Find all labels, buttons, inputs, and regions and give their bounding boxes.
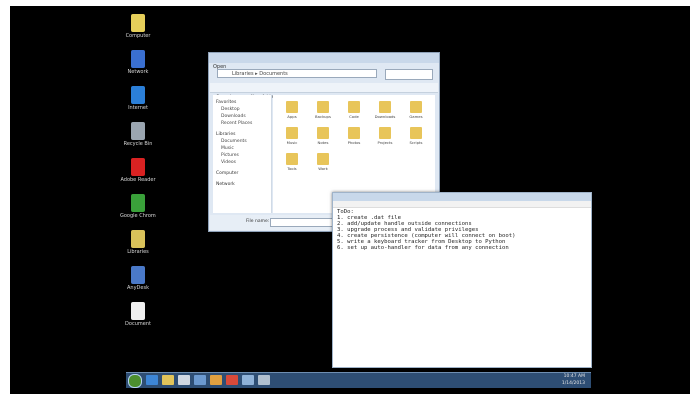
folder-icon	[286, 153, 298, 165]
folder-taskbar-icon[interactable]	[210, 375, 222, 385]
notepad-text-area[interactable]: ToDo: 1. create .dat file 2. add/update ha…	[333, 208, 591, 252]
folder-icon	[131, 14, 145, 32]
cmd-taskbar-icon[interactable]	[258, 375, 270, 385]
notepad-titlebar[interactable]	[333, 193, 591, 201]
dialog-toolbar: Organize ▾ New folder	[210, 83, 438, 100]
folder-icon	[317, 101, 329, 113]
address-bar[interactable]: Libraries ▸ Documents	[217, 69, 377, 78]
nav-item-documents[interactable]: Documents	[213, 138, 271, 145]
desktop-icon-label: Internet	[128, 105, 148, 111]
notepad-line: 6. set up auto-handler for data from any…	[337, 245, 509, 251]
folder-label: Projects	[377, 140, 393, 145]
folder-label: Photos	[347, 140, 361, 145]
folder-label: Tools	[287, 166, 297, 171]
folder-label: Music	[286, 140, 298, 145]
folder-icon	[317, 153, 329, 165]
folder-item[interactable]: Work	[310, 153, 336, 171]
folder-icon	[410, 101, 422, 113]
desktop-icon-label: Document	[125, 321, 151, 327]
filename-label: File name:	[246, 219, 270, 224]
nav-item-libraries[interactable]: Libraries	[213, 131, 271, 138]
folder-item[interactable]: Notes	[310, 127, 336, 145]
ie-taskbar-icon[interactable]	[146, 375, 158, 385]
desktop-icon-label: Recycle Bin	[123, 141, 153, 147]
desktop-icon-label: Google Chrome	[120, 213, 156, 219]
nav-item-recent-places[interactable]: Recent Places	[213, 120, 271, 127]
folder-item[interactable]: Downloads	[372, 101, 398, 119]
folder-icon	[379, 101, 391, 113]
desktop-icon-recycle-bin[interactable]: Recycle Bin	[120, 122, 156, 147]
nav-item-pictures[interactable]: Pictures	[213, 152, 271, 159]
app-taskbar-icon[interactable]	[194, 375, 206, 385]
desktop-icon-label: AnyDesk	[127, 285, 149, 291]
notepad-menubar[interactable]	[333, 201, 591, 208]
app-icon	[131, 266, 145, 284]
folder-icon	[410, 127, 422, 139]
folder-item[interactable]: Music	[279, 127, 305, 145]
desktop-icon-label: Computer	[125, 33, 151, 39]
folder-item[interactable]: Games	[403, 101, 429, 119]
folder-label: Apps	[287, 114, 297, 119]
folder-label: Backups	[315, 114, 331, 119]
desktop-icon-label: Network	[127, 69, 149, 75]
folder-label: Downloads	[374, 114, 396, 119]
document-icon	[131, 302, 145, 320]
folder-item[interactable]: Scripts	[403, 127, 429, 145]
explorer-taskbar-icon[interactable]	[162, 375, 174, 385]
folder-item[interactable]: Tools	[279, 153, 305, 171]
desktop-icon-folder[interactable]: Computer	[120, 14, 156, 39]
nav-item-desktop[interactable]: Desktop	[213, 106, 271, 113]
folder-item[interactable]: Apps	[279, 101, 305, 119]
folder-label: Code	[349, 114, 359, 119]
nav-item-videos[interactable]: Videos	[213, 159, 271, 166]
browser-icon	[131, 86, 145, 104]
desktop-icon-document[interactable]: Document	[120, 302, 156, 327]
folder-icon	[379, 127, 391, 139]
folder-item[interactable]: Projects	[372, 127, 398, 145]
window-taskbar-icon[interactable]	[242, 375, 254, 385]
recycle-bin-icon	[131, 122, 145, 140]
chrome-icon	[131, 194, 145, 212]
folder-item[interactable]: Backups	[310, 101, 336, 119]
folder-icon	[286, 127, 298, 139]
network-icon	[131, 50, 145, 68]
desktop-icon-library[interactable]: Libraries	[120, 230, 156, 255]
folder-icon	[348, 127, 360, 139]
desktop-icon-pdf[interactable]: Adobe Reader	[120, 158, 156, 183]
folder-item[interactable]: Photos	[341, 127, 367, 145]
clock-date: 1/14/2013	[561, 381, 585, 386]
folder-label: Notes	[317, 140, 329, 145]
desktop-icon-network[interactable]: Network	[120, 50, 156, 75]
search-input[interactable]	[385, 69, 433, 80]
nav-item-computer[interactable]: Computer	[213, 170, 271, 177]
library-icon	[131, 230, 145, 248]
desktop-screen: Computer Network Internet Recycle Bin Adobe …	[10, 6, 690, 394]
taskbar: 10:47 AM 1/14/2013	[126, 372, 591, 388]
nav-item-favorites[interactable]: Favorites	[213, 99, 271, 106]
chrome-taskbar-icon[interactable]	[226, 375, 238, 385]
folder-label: Games	[409, 114, 423, 119]
folder-icon	[317, 127, 329, 139]
system-clock[interactable]: 10:47 AM 1/14/2013	[562, 373, 585, 387]
folder-label: Work	[318, 166, 328, 171]
pdf-icon	[131, 158, 145, 176]
notepad-window: ToDo: 1. create .dat file 2. add/update ha…	[332, 192, 592, 368]
desktop-icon-browser[interactable]: Internet	[120, 86, 156, 111]
nav-item-downloads[interactable]: Downloads	[213, 113, 271, 120]
folder-icon	[348, 101, 360, 113]
desktop-icon-app[interactable]: AnyDesk	[120, 266, 156, 291]
nav-item-network[interactable]: Network	[213, 181, 271, 188]
dialog-titlebar[interactable]: Open	[209, 53, 439, 70]
folder-item[interactable]: Code	[341, 101, 367, 119]
notepad-taskbar-icon[interactable]	[178, 375, 190, 385]
desktop-icon-chrome[interactable]: Google Chrome	[120, 194, 156, 219]
start-button[interactable]	[128, 374, 142, 388]
clock-time: 10:47 AM	[563, 374, 585, 379]
desktop-icon-label: Libraries	[127, 249, 149, 255]
nav-item-music[interactable]: Music	[213, 145, 271, 152]
navigation-pane: Favorites Desktop Downloads Recent Places Li…	[213, 95, 272, 213]
folder-label: Scripts	[409, 140, 423, 145]
desktop-icon-label: Adobe Reader	[120, 177, 156, 183]
folder-icon	[286, 101, 298, 113]
